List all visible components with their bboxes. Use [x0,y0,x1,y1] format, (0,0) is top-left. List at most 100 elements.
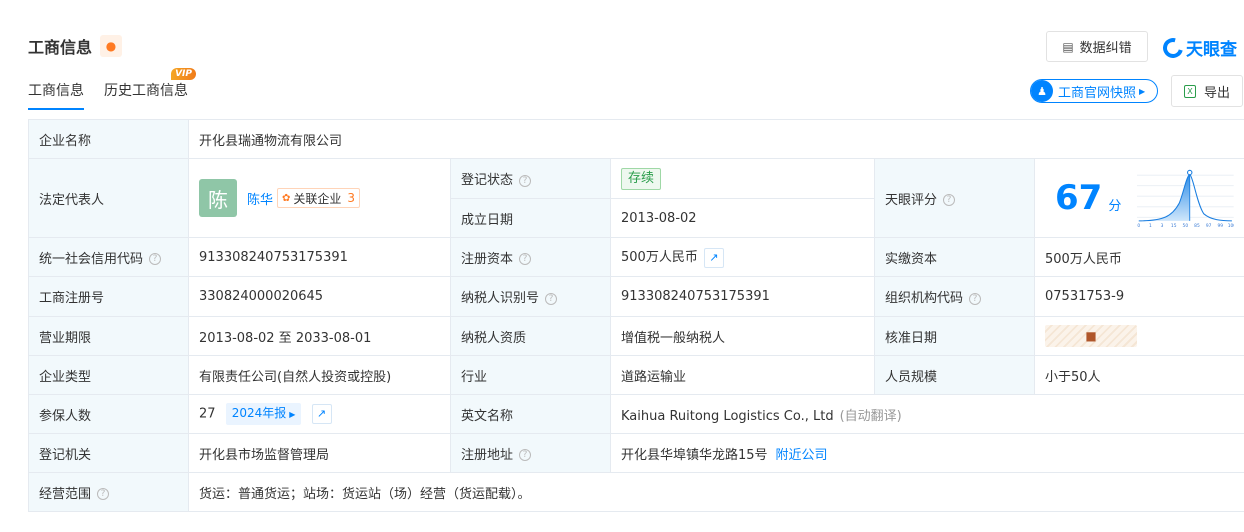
stamp-icon: ♟ [1031,80,1053,102]
help-icon[interactable]: ? [545,292,558,305]
help-icon[interactable]: ? [519,449,532,461]
industry-value: 道路运输业 [610,355,875,395]
avatar: 陈 [199,179,237,217]
org-code-label-cell: 组织机构代码? [874,276,1035,317]
tab-history-label: 历史工商信息 [104,83,188,99]
reg-authority-label: 登记机关 [28,433,189,473]
help-icon[interactable]: ? [97,488,110,500]
taxpayer-id-value: 913308240753175391 [610,276,875,317]
reg-status-label-cell: 登记状态? [450,158,611,199]
score-axis-tick-label: 3 [1161,223,1164,229]
caret-right-icon: ▶ [289,410,296,419]
company-type-value: 有限责任公司(自然人投资或控股) [188,355,451,395]
related-label: 关联企业 [293,191,342,206]
insured-label: 参保人数 [28,394,189,434]
score-value: 67 [1055,178,1103,218]
reg-number-label: 工商注册号 [28,276,189,317]
logo-mark-icon [1159,33,1187,62]
reg-authority-value: 开化县市场监督管理局 [188,433,451,473]
insured-value: 27 [199,406,216,422]
annual-report-badge[interactable]: 2024年报 ▶ [225,403,302,425]
company-type-label: 企业类型 [28,355,189,395]
document-icon: ▤ [1062,39,1074,54]
company-name-value: 开化县瑞通物流有限公司 [187,119,1244,159]
auto-translate-note: (自动翻译) [839,408,902,424]
taxpayer-id-label: 纳税人识别号 [461,291,540,306]
tax-qual-value: 增值税一般纳税人 [610,316,875,356]
section-title: 工商信息 [28,38,93,57]
help-icon[interactable]: ? [943,194,956,206]
english-name-cell: Kaihua Ruitong Logistics Co., Ltd (自动翻译) [609,394,1244,434]
tab-history-business-info[interactable]: 历史工商信息 VIP [104,68,196,110]
term-value: 2013-08-02 至 2033-08-01 [188,316,451,356]
vip-badge: VIP [171,68,196,80]
tab-business-info-label: 工商信息 [28,83,84,99]
reg-address-value: 开化县华埠镇华龙路15号 [621,447,768,463]
trend-chart-icon[interactable]: ↗ [311,404,332,424]
score-cell[interactable]: 67 分 0 1 3 15 50 85 97 99 100 [1033,158,1244,238]
official-snapshot-button[interactable]: ♟ 工商官网快照 ▶ [1030,79,1158,103]
status-badge: 存续 [621,167,662,190]
lock-icon: ■ [1085,329,1097,343]
score-marker [1187,169,1193,176]
score-label-cell: 天眼评分? [874,158,1035,238]
credit-code-value: 913308240753175391 [188,237,451,277]
company-name-label: 企业名称 [28,119,189,159]
legal-rep-cell: 陈 陈华 ✿ 关联企业 3 [188,158,451,238]
credit-code-label: 统一社会信用代码 [39,251,144,267]
data-correction-label: 数据纠错 [1079,41,1132,56]
industry-label: 行业 [450,355,611,395]
section-header: 工商信息 ● [28,34,123,58]
trend-chart-icon[interactable]: ↗ [703,247,724,268]
english-name-value: Kaihua Ruitong Logistics Co., Ltd [621,408,834,424]
staff-size-label: 人员规模 [874,355,1035,395]
annual-report-label: 2024年报 [231,406,287,420]
org-code-label: 组织机构代码 [885,291,964,306]
score-axis-tick-label: 15 [1171,223,1177,229]
credit-code-label-cell: 统一社会信用代码? [28,237,189,277]
caret-right-icon: ▶ [1139,86,1146,96]
table-row: 法定代表人 陈 陈华 ✿ 关联企业 3 登记状态? 存续 天眼评分? 67 分 [28,158,1244,238]
help-icon[interactable]: ? [149,253,162,265]
data-correction-button[interactable]: ▤ 数据纠错 [1046,31,1148,62]
business-scope-label: 经营范围 [39,486,92,502]
logo-text: 天眼查 [1186,40,1237,60]
related-companies-tag[interactable]: ✿ 关联企业 3 [277,188,361,208]
score-axis-tick-label: 100 [1228,223,1234,229]
score-axis-tick-label: 85 [1195,223,1201,229]
tab-business-info[interactable]: 工商信息 [28,80,84,110]
score-axis-tick-label: 50 [1183,223,1189,229]
table-row: 经营范围? 货运：普通货运；站场：货运站（场）经营（货运配载）。 [28,472,1244,512]
score-axis-tick-label: 97 [1206,223,1212,229]
related-count: 3 [347,191,356,205]
help-icon[interactable]: ? [519,253,532,265]
legal-rep-label: 法定代表人 [28,158,189,238]
table-row: 登记机关 开化县市场监督管理局 注册地址? 开化县华埠镇华龙路15号 附近公司 [28,433,1244,473]
taxpayer-id-label-cell: 纳税人识别号? [450,276,611,317]
score-unit: 分 [1108,198,1122,214]
table-row: 统一社会信用代码? 913308240753175391 注册资本? 500万人… [28,237,1244,277]
network-icon: ✿ [282,192,291,204]
score-distribution-chart: 0 1 3 15 50 85 97 99 100 [1137,169,1235,229]
help-icon[interactable]: ? [519,174,532,187]
export-label: 导出 [1203,85,1230,101]
org-code-value: 07531753-9 [1033,276,1244,317]
bell-icon[interactable]: ● [100,35,123,57]
help-icon[interactable]: ? [969,292,982,305]
reg-capital-cell: 500万人民币 ↗ [610,237,875,277]
term-label: 营业期限 [28,316,189,356]
score-axis-tick-label: 99 [1218,223,1224,229]
legal-rep-name-link[interactable]: 陈华 [247,189,273,208]
snapshot-label: 工商官网快照 [1058,85,1137,101]
export-button[interactable]: X 导出 [1171,75,1243,107]
nearby-companies-link[interactable]: 附近公司 [776,448,828,463]
business-info-table: 企业名称 开化县瑞通物流有限公司 法定代表人 陈 陈华 ✿ 关联企业 3 登记状… [28,119,1244,512]
insured-cell: 27 2024年报 ▶ ↗ [188,394,451,434]
reg-status-cell: 存续 [610,158,875,199]
vip-locked-value[interactable]: ■ [1045,325,1137,347]
score-axis-tick-label: 0 [1138,223,1141,229]
reg-capital-label: 注册资本 [461,251,514,267]
table-row: 参保人数 27 2024年报 ▶ ↗ 英文名称 Kaihua Ruitong Lo… [28,394,1244,434]
found-date-label: 成立日期 [450,198,611,238]
reg-address-label-cell: 注册地址? [450,433,611,473]
